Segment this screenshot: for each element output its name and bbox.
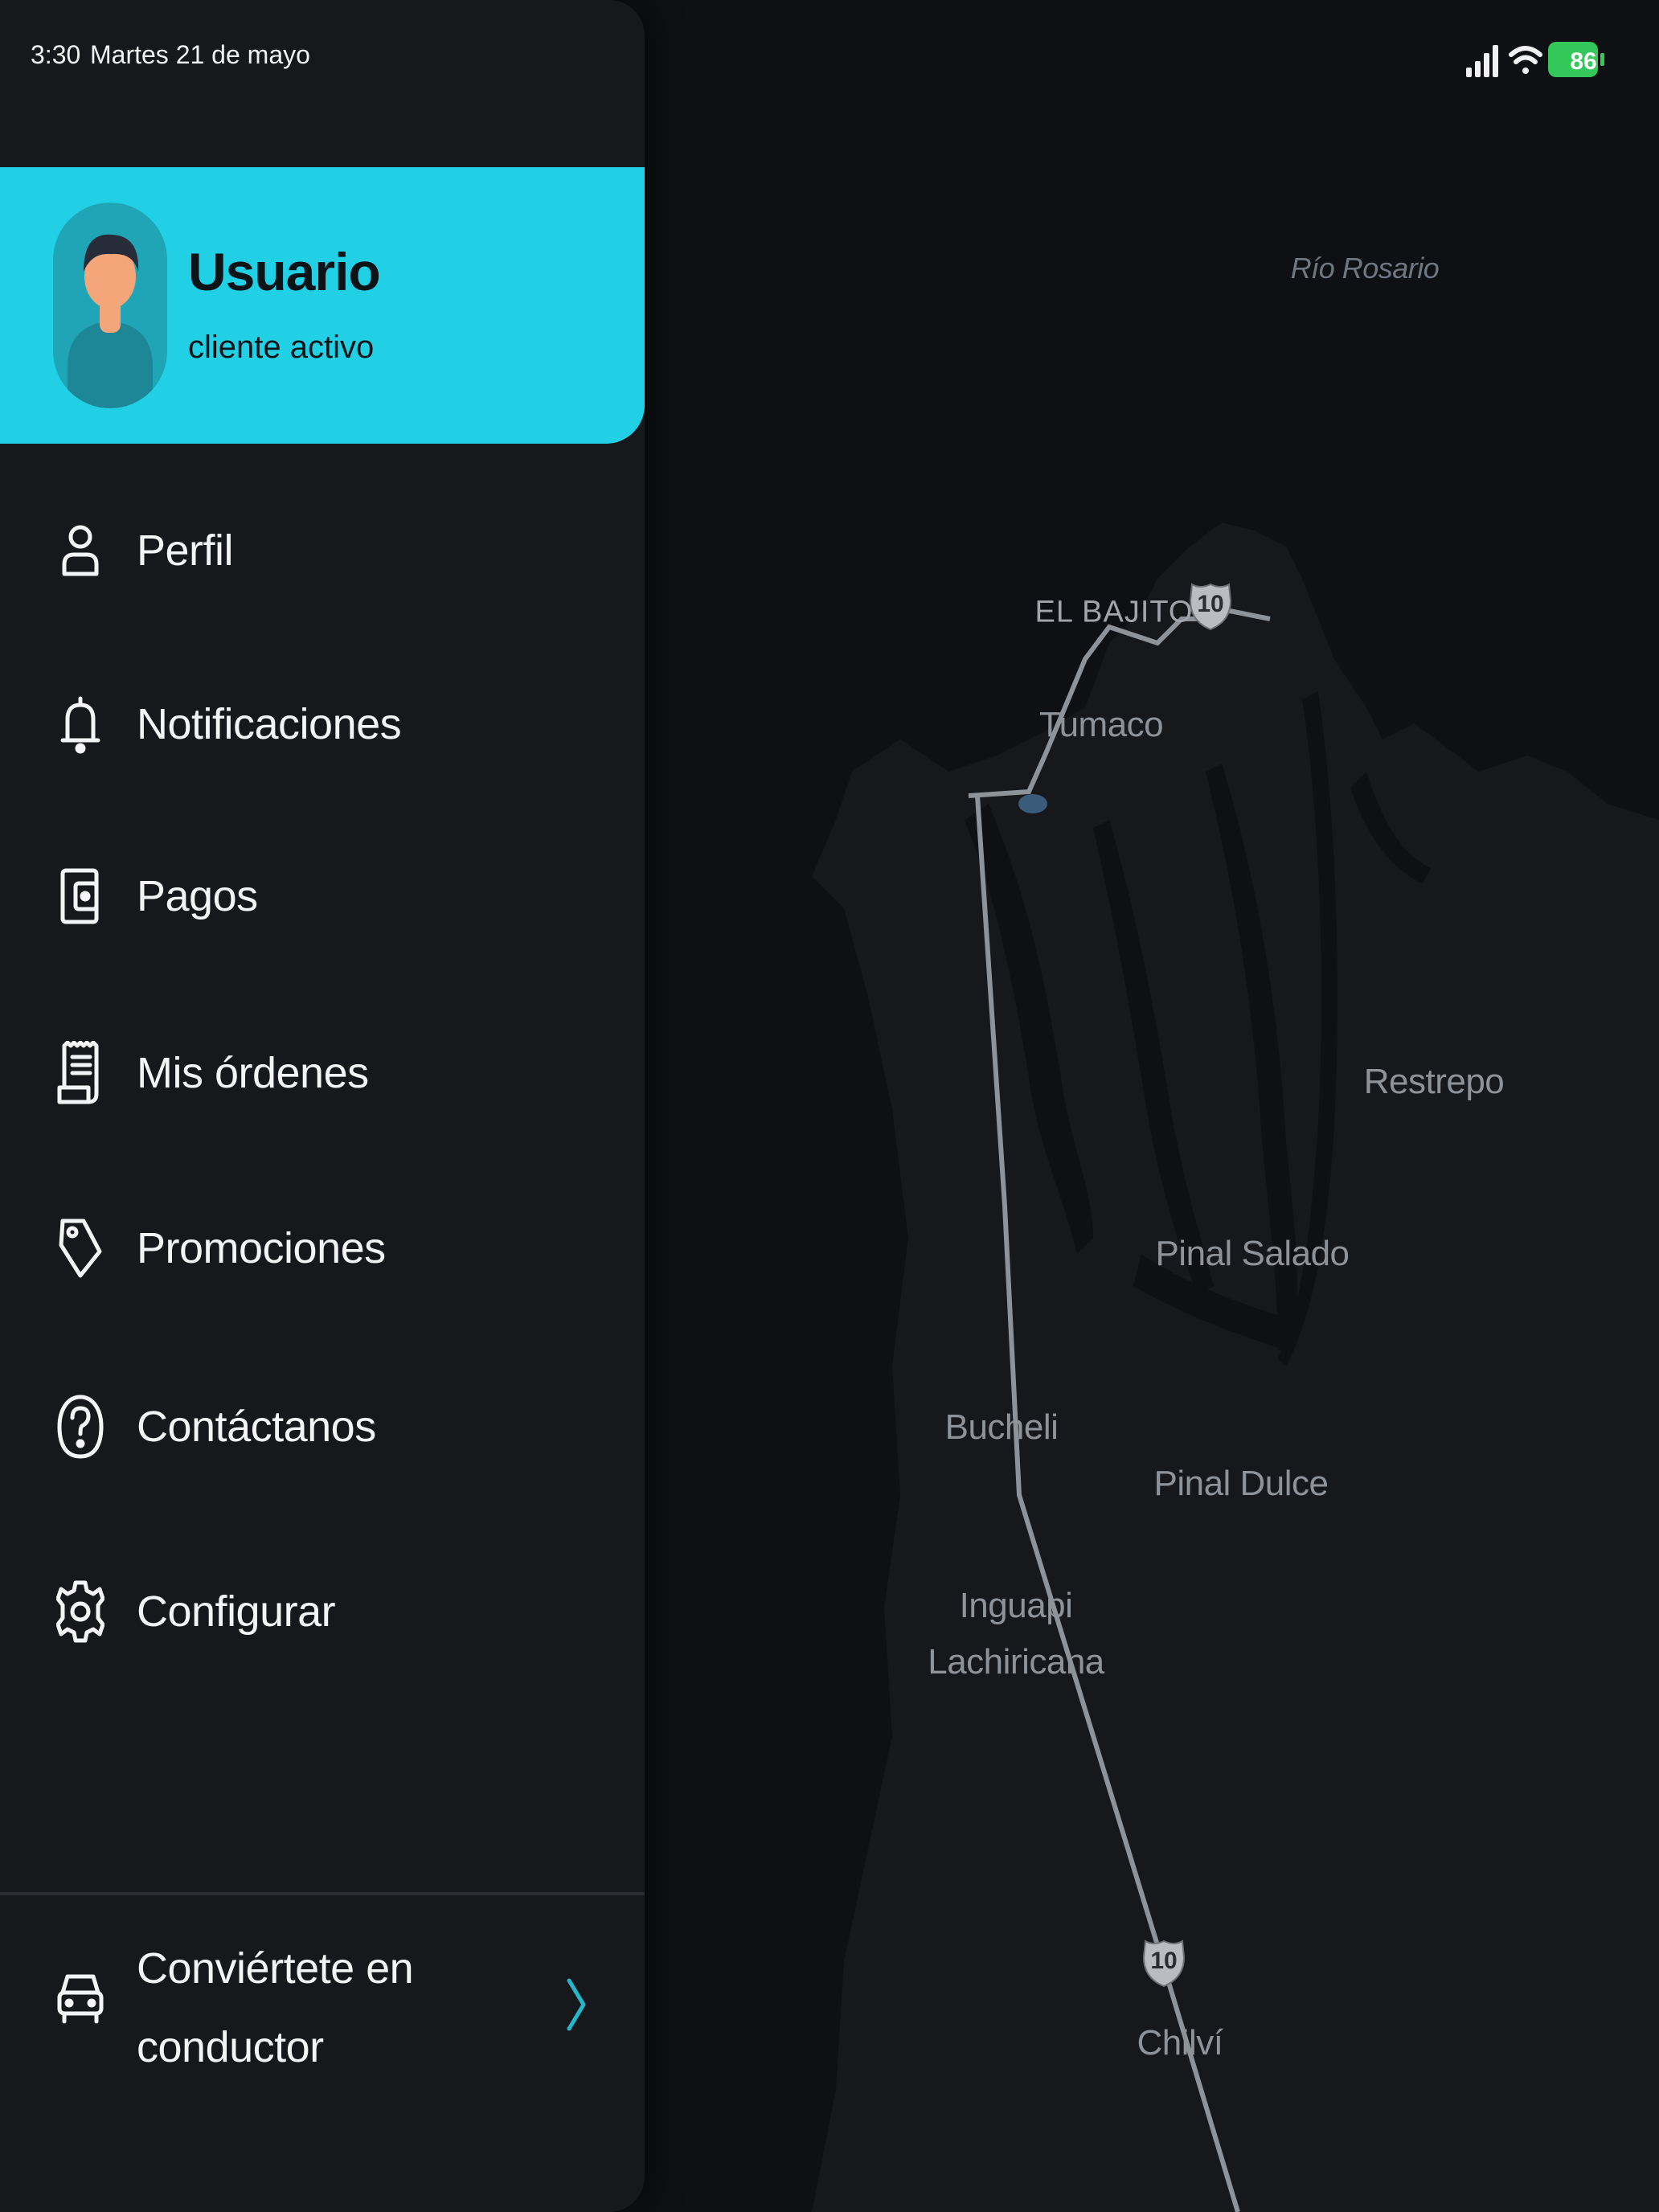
navigation-drawer: 3:30 Martes 21 de mayo Usuario cliente a… [0,0,645,2212]
menu-item-label: Contáctanos [137,1403,376,1451]
route-shield-number: 10 [1197,591,1224,617]
user-name: Usuario [188,242,381,301]
cellular-signal-icon [1466,45,1498,77]
user-header[interactable]: Usuario cliente activo [0,167,645,444]
map-label-inguapi: Inguapi [959,1586,1073,1625]
map-label-pinal-dulce: Pinal Dulce [1153,1464,1329,1503]
person-icon [48,518,113,583]
route-shield-icon: 10 [1142,1938,1186,1988]
menu-item-mis-ordenes[interactable]: Mis órdenes [0,1013,645,1133]
wallet-icon [48,864,113,928]
status-time: 3:30 [31,40,81,69]
wifi-icon [1509,46,1542,74]
menu-item-configurar[interactable]: Configurar [0,1551,645,1672]
avatar[interactable] [53,203,167,408]
help-icon [48,1395,113,1459]
map-label-el-bajito: EL BAJITO [1034,595,1194,629]
map-label-rio-rosario: Río Rosario [1290,252,1440,285]
battery-level: 86 [1570,48,1597,75]
become-driver-button[interactable]: Conviértete en conductor [0,1897,645,2106]
map-label-pinal-salado: Pinal Salado [1155,1234,1350,1273]
receipt-icon [48,1041,113,1105]
become-driver-label-line1: Conviértete en [137,1944,414,1993]
bell-icon [48,692,113,756]
user-status: cliente activo [188,330,375,365]
car-icon [48,1966,113,2030]
menu-item-label: Perfil [137,526,234,575]
menu-item-promociones[interactable]: Promociones [0,1188,645,1309]
menu-item-label: Promociones [137,1224,386,1272]
become-driver-label-line2: conductor [137,2023,324,2071]
menu-item-pagos[interactable]: Pagos [0,836,645,956]
menu-item-label: Notificaciones [137,700,402,748]
chevron-right-icon [561,1972,593,2037]
drawer-divider [0,1892,645,1895]
map-label-bucheli: Bucheli [944,1407,1059,1447]
map-label-tumaco: Tumaco [1038,705,1164,744]
menu-item-label: Configurar [137,1587,336,1636]
route-shield-icon: 10 [1189,581,1232,631]
menu-item-label: Mis órdenes [137,1049,369,1097]
map-label-restrepo: Restrepo [1363,1062,1505,1101]
menu-item-contactanos[interactable]: Contáctanos [0,1366,645,1487]
menu-item-label: Pagos [137,872,258,920]
app-screen: Río Rosario EL BAJITO Tumaco Restrepo Pi… [0,0,1659,2212]
menu-item-notificaciones[interactable]: Notificaciones [0,664,645,784]
gear-icon [48,1579,113,1644]
tag-icon [48,1216,113,1280]
menu-item-perfil[interactable]: Perfil [0,490,645,611]
map-label-lachiricana: Lachiricana [928,1642,1104,1682]
route-shield-number: 10 [1150,1948,1178,1974]
status-date: Martes 21 de mayo [90,40,310,69]
map-label-chilvi: Chilví [1137,2023,1223,2062]
